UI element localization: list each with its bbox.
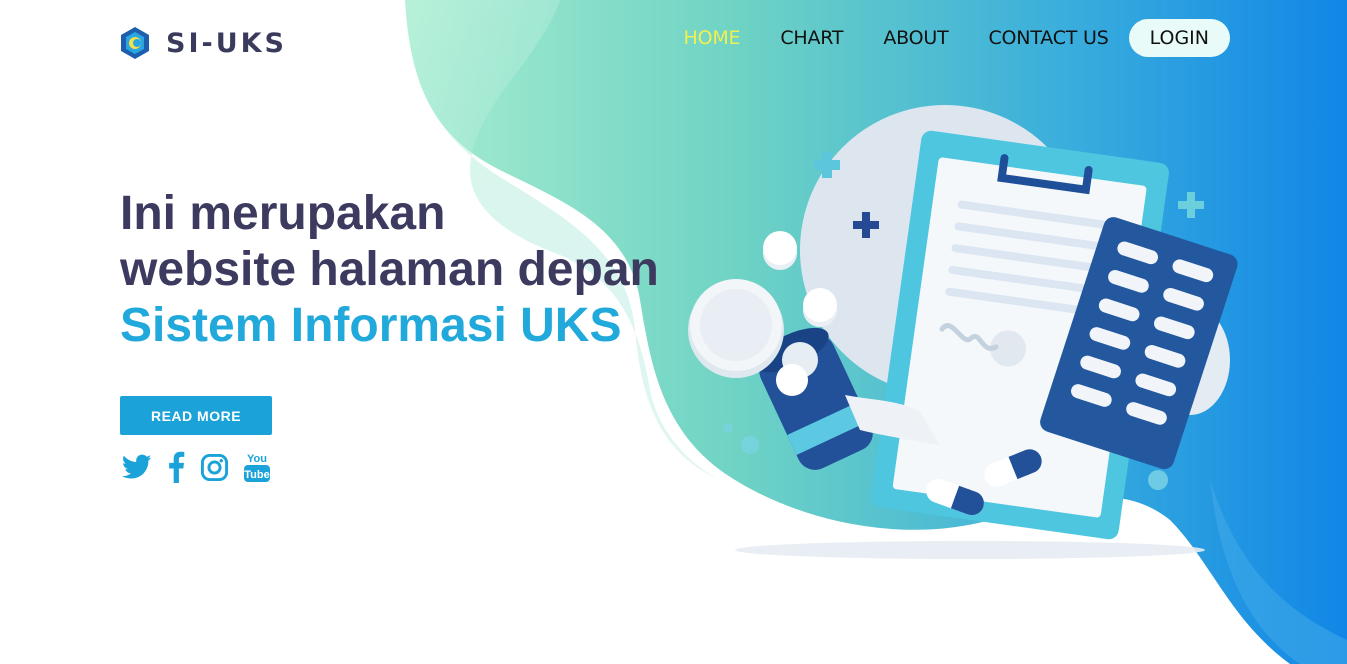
- hero-line-3: Sistem Informasi UKS: [120, 299, 622, 352]
- social-links: You Tube: [122, 450, 285, 484]
- svg-text:Tube: Tube: [244, 469, 269, 481]
- facebook-icon: [169, 451, 185, 483]
- nav-chart-link[interactable]: CHART: [780, 27, 843, 49]
- hero-line-2: website halaman depan: [120, 243, 659, 296]
- read-more-button[interactable]: READ MORE: [120, 396, 272, 435]
- instagram-icon: [200, 453, 229, 481]
- youtube-link[interactable]: You Tube: [243, 450, 271, 484]
- login-button[interactable]: LOGIN: [1128, 19, 1230, 57]
- twitter-link[interactable]: [122, 454, 152, 480]
- main-nav: HOME CHART ABOUT CONTACT US LOGIN: [643, 19, 1230, 57]
- instagram-link[interactable]: [200, 453, 229, 482]
- brand-name: SI-UKS: [166, 27, 287, 59]
- medical-illustration: [688, 105, 1238, 559]
- brand-logo[interactable]: SI-UKS: [118, 26, 287, 60]
- nav-about-link[interactable]: ABOUT: [883, 27, 948, 49]
- hexagon-logo-icon: [121, 27, 149, 59]
- svg-text:You: You: [247, 453, 267, 465]
- twitter-icon: [122, 454, 152, 479]
- nav-home-link[interactable]: HOME: [683, 27, 740, 49]
- youtube-icon: You Tube: [244, 453, 270, 482]
- hero-line-1: Ini merupakan: [120, 187, 446, 240]
- landing-page: SI-UKS HOME CHART ABOUT CONTACT US LOGIN…: [0, 0, 1347, 664]
- nav-contact-link[interactable]: CONTACT US: [988, 27, 1108, 49]
- hero-heading: Ini merupakan website halaman depan Sist…: [120, 186, 659, 354]
- facebook-link[interactable]: [166, 451, 186, 483]
